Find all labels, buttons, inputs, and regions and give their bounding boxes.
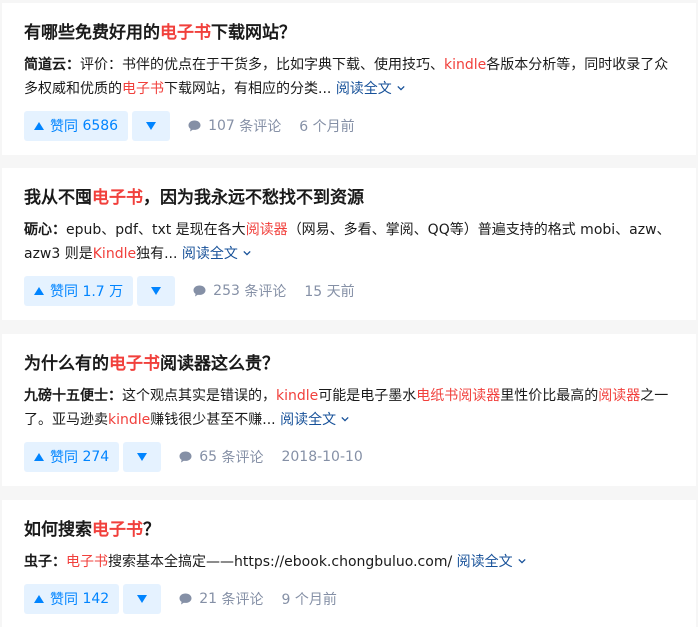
- downvote-button[interactable]: [123, 584, 162, 614]
- read-more-link[interactable]: 阅读全文: [457, 554, 526, 570]
- text-run: 评价：书伴的优点在于干货多，比如字典下载、使用技巧、: [80, 57, 444, 73]
- comment-count: 65: [199, 449, 218, 465]
- author-name[interactable]: 简道云: [24, 57, 66, 73]
- search-results-feed: 有哪些免费好用的电子书下载网站？ 简道云：评价：书伴的优点在于干货多，比如字典下…: [0, 0, 698, 627]
- question-title[interactable]: 我从不囤电子书，因为我永远不愁找不到资源: [24, 186, 674, 210]
- chevron-down-icon: [341, 416, 349, 422]
- upvote-button[interactable]: 赞同 1.7 万: [24, 276, 134, 306]
- comment-icon: [188, 120, 201, 132]
- result-card: 有哪些免费好用的电子书下载网站？ 简道云：评价：书伴的优点在于干货多，比如字典下…: [2, 3, 696, 155]
- text-run: 里性价比最高的: [500, 388, 599, 404]
- author-name[interactable]: 虫子: [24, 554, 52, 570]
- downvote-button[interactable]: [123, 442, 162, 472]
- highlight-keyword: 电子书: [122, 81, 164, 97]
- comment-count: 21: [199, 591, 218, 607]
- upvote-button[interactable]: 赞同 274: [24, 442, 120, 472]
- result-card: 如何搜索电子书？ 虫子：电子书搜索基本全搞定——https://ebook.ch…: [2, 500, 696, 627]
- comment-icon: [193, 285, 206, 297]
- vote-count: 6586: [82, 118, 119, 134]
- comment-icon: [179, 593, 192, 605]
- result-card: 我从不囤电子书，因为我永远不愁找不到资源 砺心：epub、pdf、txt 是现在…: [2, 168, 696, 320]
- chevron-down-icon: [397, 85, 405, 91]
- text-run: 搜索基本全搞定——https://ebook.chongbuluo.com/: [108, 554, 457, 570]
- text-run: 独有...: [136, 246, 182, 262]
- downvote-button[interactable]: [132, 111, 171, 141]
- highlight-keyword: kindle: [276, 388, 319, 404]
- text-run: 有哪些免费好用的: [24, 23, 160, 43]
- triangle-down-icon: [151, 287, 162, 295]
- comment-button[interactable]: 253 条评论: [193, 281, 286, 301]
- text-run: 下载网站，有相应的分类...: [164, 81, 336, 97]
- highlight-keyword: kindle: [108, 412, 151, 428]
- text-run: 可能是电子墨水: [318, 388, 417, 404]
- comment-count: 253: [213, 283, 240, 299]
- vote-count: 274: [82, 449, 110, 465]
- triangle-down-icon: [137, 595, 148, 603]
- text-run: 下载网站？: [211, 23, 296, 43]
- downvote-button[interactable]: [137, 276, 176, 306]
- question-title[interactable]: 如何搜索电子书？: [24, 518, 674, 542]
- text-run: ？: [143, 520, 160, 540]
- action-bar: 赞同 6586 107 条评论 6 个月前: [24, 111, 674, 141]
- text-run: ，因为我永远不愁找不到资源: [143, 188, 364, 208]
- text-run: 为什么有的: [24, 354, 109, 374]
- highlight-keyword: 电子书: [92, 188, 143, 208]
- post-time: 2018-10-10: [281, 449, 363, 465]
- text-run: 如何搜索: [24, 520, 92, 540]
- answer-excerpt[interactable]: 九磅十五便士：这个观点其实是错误的，kindle可能是电子墨水电纸书阅读器里性价…: [24, 384, 676, 432]
- excerpt-text: epub、pdf、txt 是现在各大阅读器（网易、多看、掌阅、QQ等）普遍支持的…: [24, 222, 671, 262]
- highlight-keyword: Kindle: [92, 246, 137, 262]
- text-run: 我从不囤: [24, 188, 92, 208]
- post-time: 15 天前: [304, 284, 355, 300]
- text-run: epub、pdf、txt 是现在各大: [66, 222, 246, 238]
- text-run: 这个观点其实是错误的，: [122, 388, 276, 404]
- result-card: 为什么有的电子书阅读器这么贵？ 九磅十五便士：这个观点其实是错误的，kindle…: [2, 334, 696, 486]
- comment-icon: [179, 451, 192, 463]
- question-title[interactable]: 为什么有的电子书阅读器这么贵？: [24, 352, 674, 376]
- author-name[interactable]: 砺心: [24, 222, 52, 238]
- read-more-link[interactable]: 阅读全文: [280, 412, 349, 428]
- triangle-up-icon: [34, 595, 44, 603]
- highlight-keyword: 电纸书阅读器: [416, 388, 501, 404]
- chevron-down-icon: [517, 558, 526, 564]
- triangle-up-icon: [34, 122, 44, 130]
- upvote-button[interactable]: 赞同 6586: [24, 111, 129, 141]
- read-more-link[interactable]: 阅读全文: [182, 246, 251, 262]
- action-bar: 赞同 142 21 条评论 9 个月前: [24, 584, 674, 614]
- triangle-up-icon: [34, 453, 44, 461]
- highlight-keyword: 电子书: [109, 354, 160, 374]
- action-bar: 赞同 274 65 条评论 2018-10-10: [24, 442, 674, 472]
- vote-count: 1.7 万: [82, 284, 124, 300]
- question-title[interactable]: 有哪些免费好用的电子书下载网站？: [24, 21, 674, 45]
- answer-excerpt[interactable]: 简道云：评价：书伴的优点在于干货多，比如字典下载、使用技巧、kindle各版本分…: [24, 53, 676, 101]
- highlight-keyword: 阅读器: [598, 388, 641, 404]
- comment-count: 107: [208, 118, 235, 134]
- excerpt-text: 电子书搜索基本全搞定——https://ebook.chongbuluo.com…: [66, 554, 457, 570]
- upvote-button[interactable]: 赞同 142: [24, 584, 120, 614]
- author-name[interactable]: 九磅十五便士: [24, 388, 108, 404]
- vote-count: 142: [82, 591, 110, 607]
- post-time: 6 个月前: [299, 119, 355, 135]
- triangle-up-icon: [34, 287, 44, 295]
- highlight-keyword: kindle: [444, 57, 487, 73]
- answer-excerpt[interactable]: 虫子：电子书搜索基本全搞定——https://ebook.chongbuluo.…: [24, 550, 676, 574]
- text-run: 阅读器这么贵？: [160, 354, 279, 374]
- triangle-down-icon: [146, 122, 157, 130]
- highlight-keyword: 电子书: [92, 520, 143, 540]
- comment-button[interactable]: 21 条评论: [179, 589, 263, 609]
- action-bar: 赞同 1.7 万 253 条评论 15 天前: [24, 276, 674, 306]
- text-run: 赚钱很少甚至不赚...: [150, 412, 281, 428]
- highlight-keyword: 阅读器: [245, 222, 288, 238]
- comment-button[interactable]: 107 条评论: [188, 116, 281, 136]
- highlight-keyword: 电子书: [160, 23, 211, 43]
- read-more-link[interactable]: 阅读全文: [336, 81, 405, 97]
- post-time: 9 个月前: [281, 592, 337, 608]
- triangle-down-icon: [137, 453, 148, 461]
- answer-excerpt[interactable]: 砺心：epub、pdf、txt 是现在各大阅读器（网易、多看、掌阅、QQ等）普遍…: [24, 218, 676, 266]
- chevron-down-icon: [243, 250, 251, 256]
- highlight-keyword: 电子书: [66, 554, 108, 570]
- comment-button[interactable]: 65 条评论: [179, 447, 263, 467]
